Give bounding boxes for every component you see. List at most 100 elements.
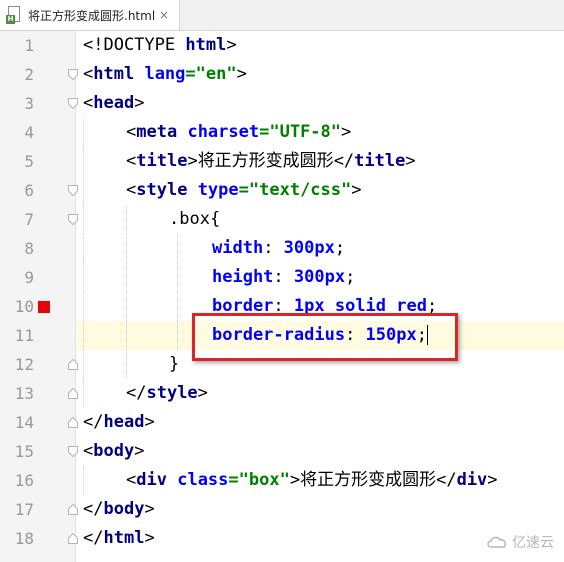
tab-title: 将正方形变成圆形.html [28,8,156,23]
code-token: = [259,122,270,142]
code-line-15[interactable]: 15 <body> [0,437,564,466]
code-token: charset [187,122,260,142]
code-token: 将正方形变成圆形 [197,151,334,171]
code-line-4[interactable]: 4 <meta charset="UTF-8"> [0,118,564,147]
code-token: > [144,528,155,548]
line-number: 12 [14,355,34,374]
code-line-9[interactable]: 9 height: 300px; [0,263,564,292]
code-line-2[interactable]: 2 <html lang="en"> [0,60,564,89]
code-token: > [226,35,237,55]
code-token: > [236,64,247,84]
code-line-7[interactable]: 7 .box{ [0,205,564,234]
code-token: > [134,93,145,113]
code-token: </ [126,383,147,403]
code-token: = [228,470,239,490]
code-token: .box{ [169,209,221,229]
code-token: > [197,383,208,403]
code-line-14[interactable]: 14 </head> [0,408,564,437]
line-number: 2 [24,65,34,84]
code-token: body [103,499,145,519]
code-token: html [103,528,145,548]
line-number: 9 [24,268,34,287]
code-token: > [144,412,155,432]
line-number: 15 [14,442,34,461]
code-token: > [187,151,198,171]
editor-tab-bar: H 将正方形变成圆形.html × [0,0,564,31]
line-number: 1 [24,36,34,55]
code-token: title [354,151,406,171]
code-token: <!DOCTYPE [83,35,186,55]
code-token: html [93,64,135,84]
code-token: "box" [238,470,290,490]
code-token: : [263,238,284,258]
code-line-5[interactable]: 5 <title>将正方形变成圆形</title> [0,147,564,176]
code-token: < [126,151,137,171]
line-number: 8 [24,239,34,258]
code-token: width [212,238,264,258]
line-number: 5 [24,152,34,171]
html-file-icon: H [6,6,22,24]
code-token: = [238,180,249,200]
code-line-13[interactable]: 13 </style> [0,379,564,408]
code-line-16[interactable]: 16 <div class="box">将正方形变成圆形</div> [0,466,564,495]
code-token: > [341,122,352,142]
code-line-3[interactable]: 3 <head> [0,89,564,118]
line-number: 6 [24,181,34,200]
line-number: 17 [14,500,34,519]
code-token: head [93,93,135,113]
line-number: 11 [14,326,34,345]
code-token: body [93,441,135,461]
code-token: meta [136,122,178,142]
code-token: > [487,470,498,490]
code-token: "UTF-8" [269,122,342,142]
code-token: 300px [283,238,335,258]
line-number: 4 [24,123,34,142]
code-token: </ [333,151,355,171]
code-token: height [212,267,274,287]
code-token: title [136,151,188,171]
code-line-18[interactable]: 18 </html> [0,524,564,553]
code-token: ; [334,238,346,258]
line-number: 14 [14,413,34,432]
code-token: type [197,180,239,200]
code-line-1[interactable]: 1 <!DOCTYPE html> [0,31,564,60]
line-number: 13 [14,384,34,403]
code-token: 300px [293,267,346,287]
code-token: < [126,180,137,200]
code-token: 将正方形变成圆形 [300,470,437,490]
code-token: } [169,354,180,374]
cloud-logo-icon [486,535,508,549]
code-token: > [144,499,155,519]
code-line-8[interactable]: 8 width: 300px; [0,234,564,263]
code-token: < [126,470,137,490]
breakpoint-icon[interactable] [38,301,50,313]
code-token: div [136,470,167,490]
code-editor[interactable]: 1 <!DOCTYPE html> 2 <html lang="en"> 3 <… [0,31,564,553]
code-token: : [273,267,294,287]
code-token: < [83,441,94,461]
line-number: 16 [14,471,34,490]
code-line-6[interactable]: 6 <style type="text/css"> [0,176,564,205]
code-token: </ [83,528,104,548]
code-token: </ [436,470,457,490]
code-token: < [126,122,137,142]
watermark: 亿速云 [486,532,554,552]
code-token: html [185,35,227,55]
close-icon[interactable]: × [157,8,171,22]
watermark-text: 亿速云 [512,535,554,551]
code-token: ; [345,267,356,287]
line-number: 10 [14,297,34,316]
code-token: </ [83,499,104,519]
editor-tab[interactable]: H 将正方形变成圆形.html × [0,0,180,30]
code-token: style [136,180,188,200]
code-token: = [185,64,196,84]
code-token: < [83,64,94,84]
code-line-17[interactable]: 17 </body> [0,495,564,524]
code-token: < [83,93,94,113]
line-number: 18 [14,529,34,548]
code-token: > [405,151,416,171]
